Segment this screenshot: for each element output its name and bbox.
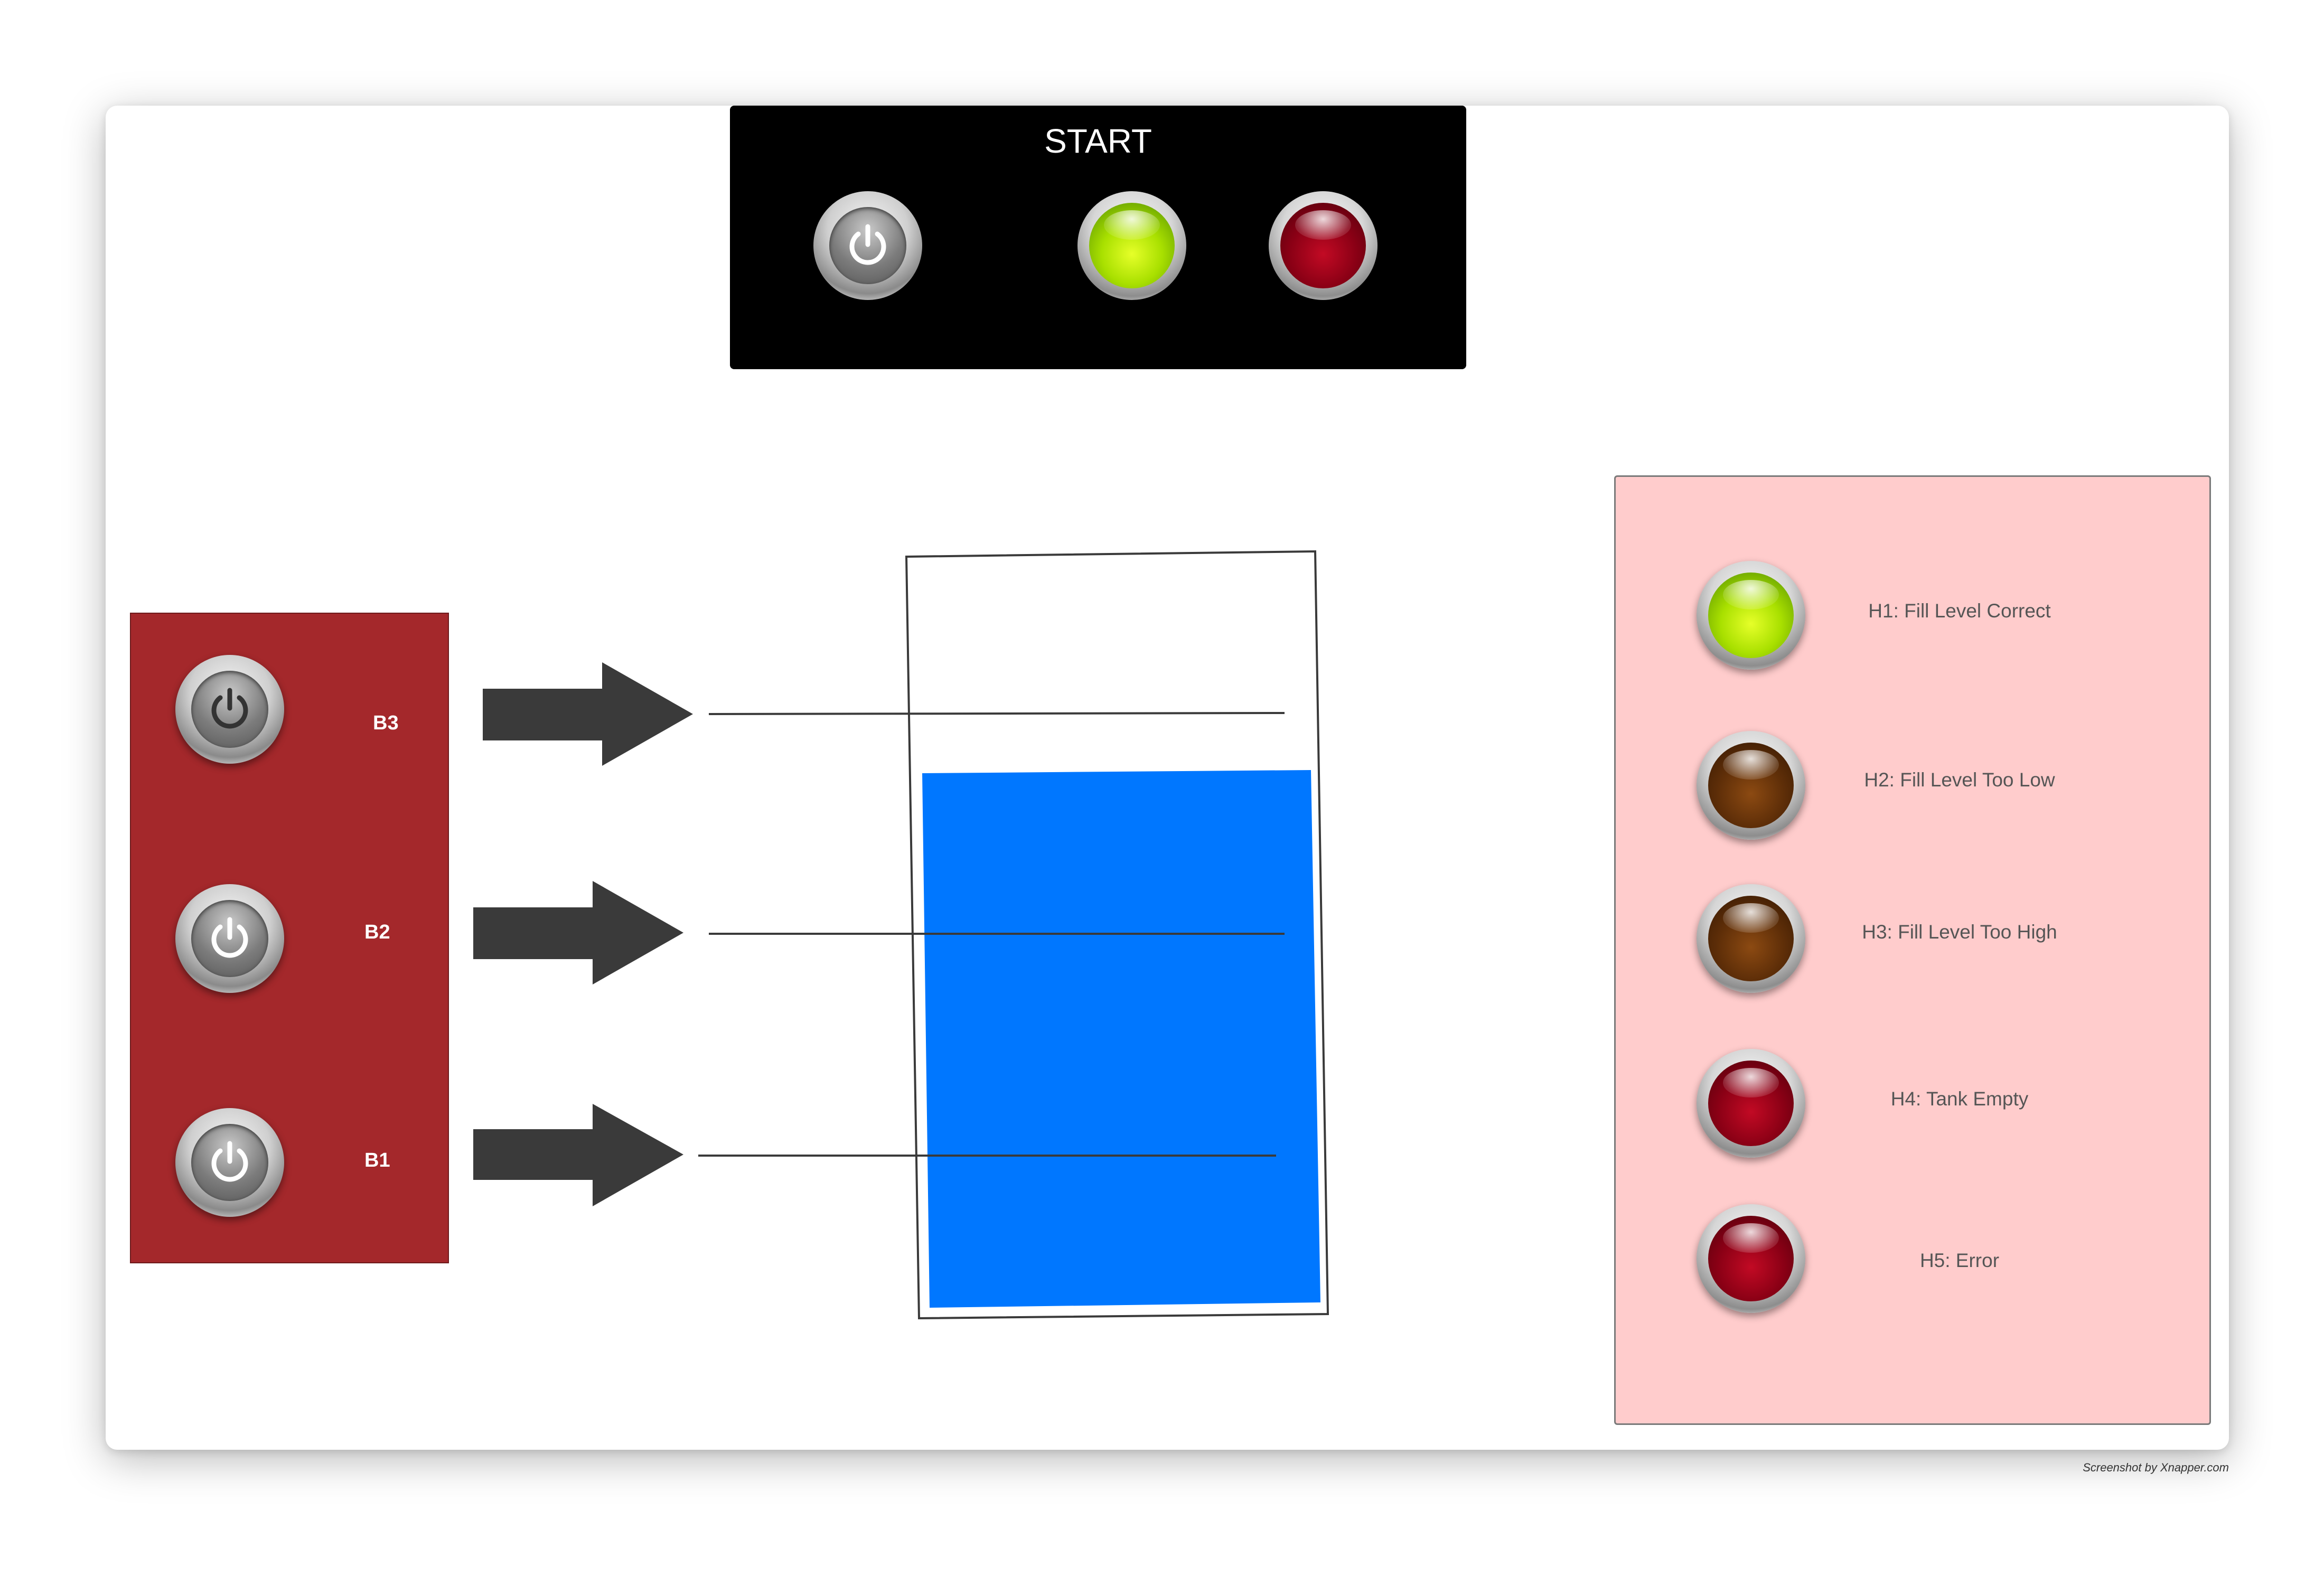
h5-label: H5: Error xyxy=(1919,1250,2000,1271)
h4-lamp xyxy=(1697,1049,1805,1158)
h4-label: H4: Tank Empty xyxy=(1890,1088,2029,1110)
h5-lamp xyxy=(1697,1204,1805,1313)
h2-label: H2: Fill Level Too Low xyxy=(1864,769,2055,791)
h2-lamp xyxy=(1697,731,1805,840)
h3-lamp xyxy=(1697,884,1805,993)
level-line-b3 xyxy=(708,712,1285,715)
screenshot-credit: Screenshot by Xnapper.com xyxy=(2083,1461,2229,1474)
h1-lamp xyxy=(1697,561,1805,670)
h3-label: H3: Fill Level Too High xyxy=(1862,921,2057,943)
h1-label: H1: Fill Level Correct xyxy=(1868,600,2051,622)
